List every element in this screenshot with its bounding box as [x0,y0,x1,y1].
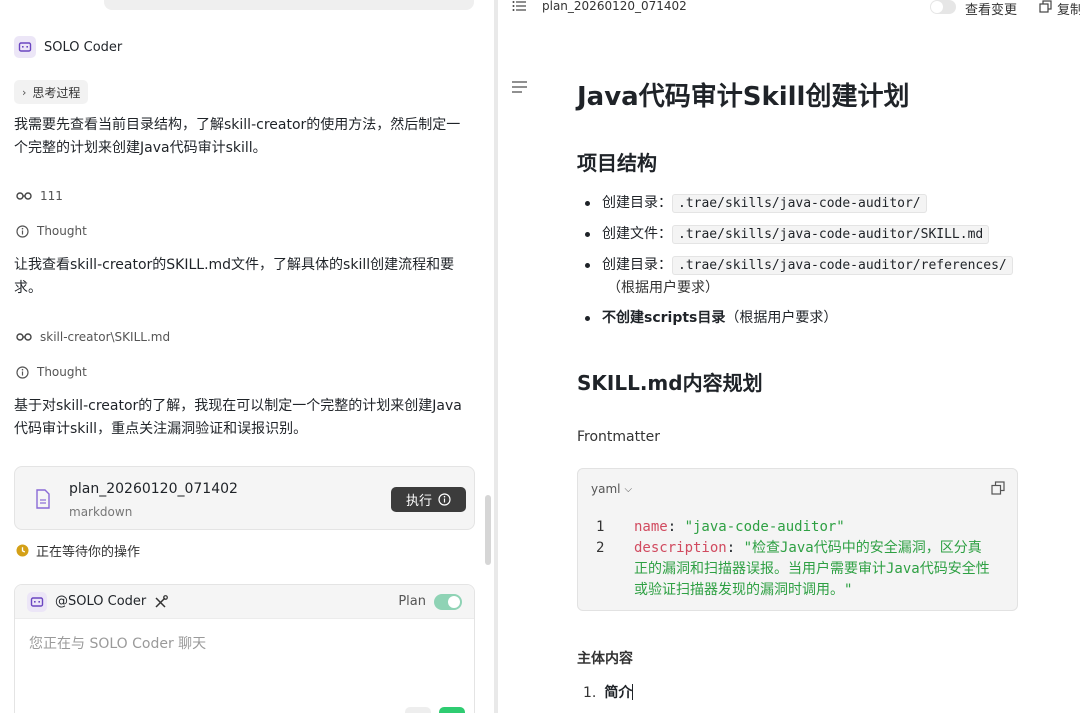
list-item: 不创建scripts目录（根据用户要求） [585,308,837,328]
plan-mode-label: Plan [398,594,426,609]
thinking-process-toggle[interactable]: › 思考过程 [14,80,89,104]
chat-input-box: @SOLO Coder Plan 您正在与 SOLO Coder 聊天 [14,584,475,713]
glasses-icon [16,192,32,200]
thinking-process-label: 思考过程 [32,85,81,100]
document-title: Java代码审计Skill创建计划 [577,82,910,112]
tool-call-label: 111 [40,189,63,203]
info-icon [16,224,29,238]
code-language-select[interactable]: yaml ⌵ [591,482,632,496]
waiting-text: 正在等待你的操作 [36,545,141,560]
execute-label: 执行 [405,494,432,509]
code-block: yaml ⌵ 1 name: "java-code-auditor" 2 des… [577,468,1018,611]
list-item: 创建文件： .trae/skills/java-code-auditor/SKIL… [585,224,990,245]
waiting-status: 正在等待你的操作 [16,541,140,560]
ordered-list-item: 1. 简介 [583,684,634,701]
file-name: plan_20260120_071402 [69,481,238,497]
chat-panel: SOLO Coder › 思考过程 我需要先查看当前目录结构，了解skill-c… [0,0,494,713]
text-cursor [632,684,634,700]
copy-icon[interactable] [1039,0,1052,13]
tools-icon[interactable] [154,594,169,609]
thought-label: Thought [37,365,87,379]
view-changes-toggle[interactable] [930,0,956,14]
robot-icon [14,36,36,58]
section-heading-structure: 项目结构 [577,151,657,175]
list-item: 创建目录： .trae/skills/java-code-auditor/ [585,193,927,214]
execute-button[interactable]: 执行 [391,487,466,512]
line-number: 2 [596,540,605,556]
document-icon [36,489,50,509]
copy-icon[interactable] [991,481,1005,495]
tool-call-read-file[interactable]: skill-creator\SKILL.md [16,330,170,344]
view-changes-label[interactable]: 查看变更 [965,0,1017,18]
line-number: 1 [596,519,605,535]
document-tab-title[interactable]: plan_20260120_071402 [542,0,687,13]
list-icon[interactable] [512,0,526,12]
document-toolbar: plan_20260120_071402 查看变更 复制 [498,0,1080,18]
code-line: name: "java-code-auditor" [634,519,845,535]
chat-scrollbar[interactable] [485,495,491,565]
plan-file-card[interactable]: plan_20260120_071402 markdown 执行 [14,466,475,530]
document-panel: plan_20260120_071402 查看变更 复制 Java代码审计Ski… [498,0,1080,713]
attach-button[interactable] [405,707,431,713]
thought-label: Thought [37,224,87,238]
code-line: description: "检查Java代码中的安全漏洞，区分真正的漏洞和扫描器… [634,540,990,598]
copy-button[interactable]: 复制 [1057,0,1080,18]
info-icon [438,493,451,506]
tool-call-label: skill-creator\SKILL.md [40,330,171,344]
list-item: 创建目录： .trae/skills/java-code-auditor/refe… [585,255,1013,276]
chat-input-header: @SOLO Coder Plan [15,585,474,619]
outline-icon[interactable] [512,81,527,93]
inline-code: .trae/skills/java-code-auditor/reference… [672,256,1013,275]
assistant-message-1: 我需要先查看当前目录结构，了解skill-creator的使用方法，然后制定一个… [14,117,461,156]
chat-agent-mention[interactable]: @SOLO Coder [55,594,146,609]
thought-row-1[interactable]: Thought [16,224,87,238]
assistant-message-3: 基于对skill-creator的了解，我现在可以制定一个完整的计划来创建Jav… [14,398,462,437]
chevron-right-icon: › [22,85,27,99]
main-content-heading: 主体内容 [577,651,633,667]
tool-call-read-dir[interactable]: 111 [16,189,63,203]
clock-icon [16,544,29,557]
glasses-icon [16,333,32,341]
info-icon [16,365,29,379]
send-button[interactable] [439,707,465,713]
section-heading-skill-plan: SKILL.md内容规划 [577,371,763,395]
list-item-note: （根据用户要求） [607,280,719,296]
inline-code: .trae/skills/java-code-auditor/SKILL.md [672,225,990,244]
thought-row-2[interactable]: Thought [16,365,87,379]
agent-name: SOLO Coder [44,39,123,55]
robot-icon [27,591,47,612]
frontmatter-heading: Frontmatter [577,429,660,445]
chevron-down-icon: ⌵ [624,483,633,495]
inline-code: .trae/skills/java-code-auditor/ [672,194,927,213]
agent-header: SOLO Coder [14,36,122,58]
plan-mode-toggle[interactable] [434,593,462,610]
assistant-message-2: 让我查看skill-creator的SKILL.md文件，了解具体的skill创… [14,257,455,296]
previous-message-bubble [104,0,474,10]
file-type: markdown [69,505,133,519]
chat-input-field[interactable]: 您正在与 SOLO Coder 聊天 [29,633,206,653]
